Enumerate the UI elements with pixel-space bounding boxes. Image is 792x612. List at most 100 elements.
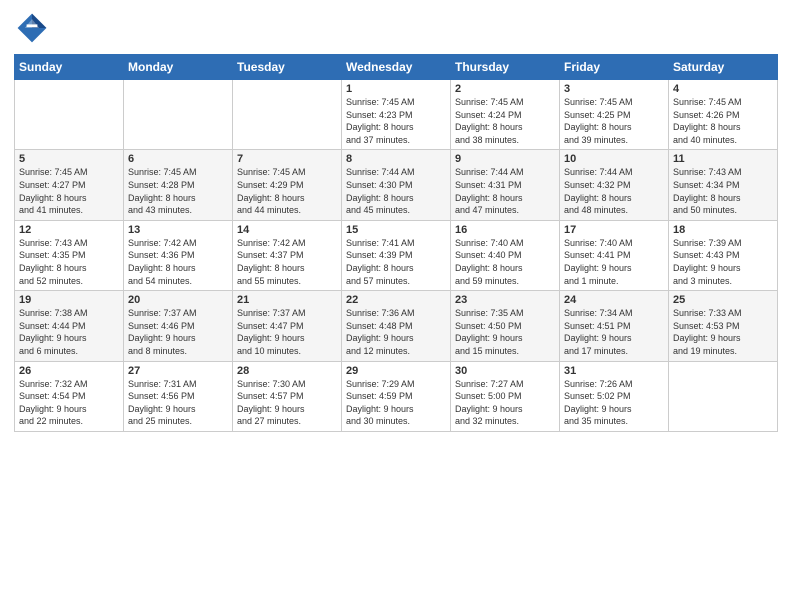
day-cell: 2Sunrise: 7:45 AM Sunset: 4:24 PM Daylig…	[451, 80, 560, 150]
day-number: 30	[455, 365, 555, 377]
day-cell: 17Sunrise: 7:40 AM Sunset: 4:41 PM Dayli…	[560, 220, 669, 290]
day-cell: 29Sunrise: 7:29 AM Sunset: 4:59 PM Dayli…	[342, 361, 451, 431]
day-cell: 24Sunrise: 7:34 AM Sunset: 4:51 PM Dayli…	[560, 291, 669, 361]
day-cell: 22Sunrise: 7:36 AM Sunset: 4:48 PM Dayli…	[342, 291, 451, 361]
day-number: 25	[673, 294, 773, 306]
day-number: 5	[19, 153, 119, 165]
day-cell: 9Sunrise: 7:44 AM Sunset: 4:31 PM Daylig…	[451, 150, 560, 220]
day-number: 29	[346, 365, 446, 377]
day-info: Sunrise: 7:45 AM Sunset: 4:23 PM Dayligh…	[346, 96, 446, 146]
day-cell: 18Sunrise: 7:39 AM Sunset: 4:43 PM Dayli…	[669, 220, 778, 290]
day-number: 20	[128, 294, 228, 306]
page: SundayMondayTuesdayWednesdayThursdayFrid…	[0, 0, 792, 612]
day-number: 8	[346, 153, 446, 165]
day-cell	[124, 80, 233, 150]
day-info: Sunrise: 7:43 AM Sunset: 4:35 PM Dayligh…	[19, 237, 119, 287]
day-info: Sunrise: 7:42 AM Sunset: 4:37 PM Dayligh…	[237, 237, 337, 287]
day-number: 14	[237, 224, 337, 236]
day-cell: 30Sunrise: 7:27 AM Sunset: 5:00 PM Dayli…	[451, 361, 560, 431]
day-info: Sunrise: 7:29 AM Sunset: 4:59 PM Dayligh…	[346, 378, 446, 428]
day-info: Sunrise: 7:37 AM Sunset: 4:46 PM Dayligh…	[128, 307, 228, 357]
day-cell: 4Sunrise: 7:45 AM Sunset: 4:26 PM Daylig…	[669, 80, 778, 150]
day-number: 2	[455, 83, 555, 95]
day-number: 4	[673, 83, 773, 95]
day-number: 12	[19, 224, 119, 236]
day-cell	[669, 361, 778, 431]
day-info: Sunrise: 7:31 AM Sunset: 4:56 PM Dayligh…	[128, 378, 228, 428]
day-cell: 13Sunrise: 7:42 AM Sunset: 4:36 PM Dayli…	[124, 220, 233, 290]
day-cell: 1Sunrise: 7:45 AM Sunset: 4:23 PM Daylig…	[342, 80, 451, 150]
day-number: 1	[346, 83, 446, 95]
day-cell: 10Sunrise: 7:44 AM Sunset: 4:32 PM Dayli…	[560, 150, 669, 220]
day-number: 6	[128, 153, 228, 165]
day-number: 23	[455, 294, 555, 306]
day-number: 17	[564, 224, 664, 236]
day-header-tuesday: Tuesday	[233, 55, 342, 80]
day-cell: 31Sunrise: 7:26 AM Sunset: 5:02 PM Dayli…	[560, 361, 669, 431]
day-info: Sunrise: 7:44 AM Sunset: 4:32 PM Dayligh…	[564, 166, 664, 216]
day-header-thursday: Thursday	[451, 55, 560, 80]
day-info: Sunrise: 7:42 AM Sunset: 4:36 PM Dayligh…	[128, 237, 228, 287]
day-info: Sunrise: 7:38 AM Sunset: 4:44 PM Dayligh…	[19, 307, 119, 357]
header	[14, 10, 778, 46]
day-header-monday: Monday	[124, 55, 233, 80]
day-number: 31	[564, 365, 664, 377]
day-info: Sunrise: 7:36 AM Sunset: 4:48 PM Dayligh…	[346, 307, 446, 357]
day-info: Sunrise: 7:41 AM Sunset: 4:39 PM Dayligh…	[346, 237, 446, 287]
day-number: 28	[237, 365, 337, 377]
day-info: Sunrise: 7:45 AM Sunset: 4:28 PM Dayligh…	[128, 166, 228, 216]
day-number: 13	[128, 224, 228, 236]
week-row-4: 19Sunrise: 7:38 AM Sunset: 4:44 PM Dayli…	[15, 291, 778, 361]
day-cell: 3Sunrise: 7:45 AM Sunset: 4:25 PM Daylig…	[560, 80, 669, 150]
day-cell: 11Sunrise: 7:43 AM Sunset: 4:34 PM Dayli…	[669, 150, 778, 220]
day-info: Sunrise: 7:35 AM Sunset: 4:50 PM Dayligh…	[455, 307, 555, 357]
day-cell: 23Sunrise: 7:35 AM Sunset: 4:50 PM Dayli…	[451, 291, 560, 361]
day-header-sunday: Sunday	[15, 55, 124, 80]
calendar-table: SundayMondayTuesdayWednesdayThursdayFrid…	[14, 54, 778, 432]
day-number: 10	[564, 153, 664, 165]
day-number: 7	[237, 153, 337, 165]
day-info: Sunrise: 7:27 AM Sunset: 5:00 PM Dayligh…	[455, 378, 555, 428]
day-info: Sunrise: 7:45 AM Sunset: 4:29 PM Dayligh…	[237, 166, 337, 216]
day-cell: 27Sunrise: 7:31 AM Sunset: 4:56 PM Dayli…	[124, 361, 233, 431]
day-cell: 7Sunrise: 7:45 AM Sunset: 4:29 PM Daylig…	[233, 150, 342, 220]
day-number: 3	[564, 83, 664, 95]
week-row-1: 1Sunrise: 7:45 AM Sunset: 4:23 PM Daylig…	[15, 80, 778, 150]
day-number: 22	[346, 294, 446, 306]
day-cell	[15, 80, 124, 150]
day-info: Sunrise: 7:37 AM Sunset: 4:47 PM Dayligh…	[237, 307, 337, 357]
day-info: Sunrise: 7:40 AM Sunset: 4:40 PM Dayligh…	[455, 237, 555, 287]
day-number: 16	[455, 224, 555, 236]
day-number: 9	[455, 153, 555, 165]
day-cell: 15Sunrise: 7:41 AM Sunset: 4:39 PM Dayli…	[342, 220, 451, 290]
day-info: Sunrise: 7:43 AM Sunset: 4:34 PM Dayligh…	[673, 166, 773, 216]
day-number: 11	[673, 153, 773, 165]
day-info: Sunrise: 7:30 AM Sunset: 4:57 PM Dayligh…	[237, 378, 337, 428]
day-cell: 12Sunrise: 7:43 AM Sunset: 4:35 PM Dayli…	[15, 220, 124, 290]
day-number: 15	[346, 224, 446, 236]
day-cell: 25Sunrise: 7:33 AM Sunset: 4:53 PM Dayli…	[669, 291, 778, 361]
logo	[14, 10, 54, 46]
day-info: Sunrise: 7:33 AM Sunset: 4:53 PM Dayligh…	[673, 307, 773, 357]
day-number: 21	[237, 294, 337, 306]
day-cell: 16Sunrise: 7:40 AM Sunset: 4:40 PM Dayli…	[451, 220, 560, 290]
day-cell: 14Sunrise: 7:42 AM Sunset: 4:37 PM Dayli…	[233, 220, 342, 290]
day-cell: 19Sunrise: 7:38 AM Sunset: 4:44 PM Dayli…	[15, 291, 124, 361]
day-cell: 26Sunrise: 7:32 AM Sunset: 4:54 PM Dayli…	[15, 361, 124, 431]
day-cell: 21Sunrise: 7:37 AM Sunset: 4:47 PM Dayli…	[233, 291, 342, 361]
day-cell: 28Sunrise: 7:30 AM Sunset: 4:57 PM Dayli…	[233, 361, 342, 431]
day-number: 18	[673, 224, 773, 236]
day-info: Sunrise: 7:26 AM Sunset: 5:02 PM Dayligh…	[564, 378, 664, 428]
week-row-2: 5Sunrise: 7:45 AM Sunset: 4:27 PM Daylig…	[15, 150, 778, 220]
day-info: Sunrise: 7:45 AM Sunset: 4:24 PM Dayligh…	[455, 96, 555, 146]
week-row-3: 12Sunrise: 7:43 AM Sunset: 4:35 PM Dayli…	[15, 220, 778, 290]
day-number: 24	[564, 294, 664, 306]
day-info: Sunrise: 7:45 AM Sunset: 4:27 PM Dayligh…	[19, 166, 119, 216]
day-cell: 8Sunrise: 7:44 AM Sunset: 4:30 PM Daylig…	[342, 150, 451, 220]
day-info: Sunrise: 7:44 AM Sunset: 4:30 PM Dayligh…	[346, 166, 446, 216]
day-info: Sunrise: 7:45 AM Sunset: 4:25 PM Dayligh…	[564, 96, 664, 146]
day-number: 26	[19, 365, 119, 377]
week-row-5: 26Sunrise: 7:32 AM Sunset: 4:54 PM Dayli…	[15, 361, 778, 431]
day-info: Sunrise: 7:40 AM Sunset: 4:41 PM Dayligh…	[564, 237, 664, 287]
day-info: Sunrise: 7:44 AM Sunset: 4:31 PM Dayligh…	[455, 166, 555, 216]
